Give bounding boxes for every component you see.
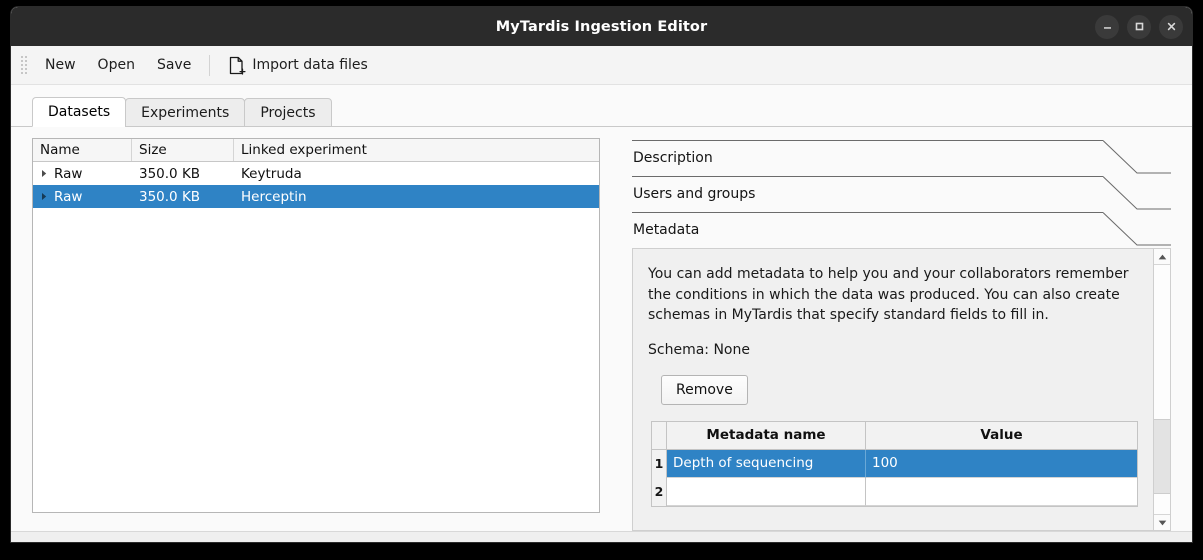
metadata-row-number[interactable]: 1 [652, 449, 667, 478]
status-strip [11, 531, 1192, 542]
metadata-panel: You can add metadata to help you and you… [632, 248, 1171, 531]
tab-datasets[interactable]: Datasets [32, 97, 127, 127]
scrollbar-down-button[interactable] [1154, 514, 1170, 530]
dataset-size-cell: 350.0 KB [139, 165, 201, 182]
table-row[interactable]: Raw 350.0 KB Keytruda [33, 162, 599, 185]
minimize-button[interactable] [1095, 14, 1119, 39]
column-header-size[interactable]: Size [132, 139, 234, 161]
main-content: Name Size Linked experiment Raw 350.0 KB [11, 127, 1192, 531]
section-dogear-icon [1103, 176, 1171, 212]
open-button-label: Open [97, 57, 135, 73]
metadata-value-cell[interactable] [866, 478, 1137, 506]
section-rule [632, 212, 1103, 213]
dataset-linked-experiment-cell: Herceptin [241, 188, 307, 205]
dataset-name-value: Raw [54, 165, 83, 182]
metadata-description-text: You can add metadata to help you and you… [648, 266, 1129, 323]
window-controls [1095, 7, 1183, 46]
metadata-vertical-scrollbar[interactable] [1153, 248, 1171, 531]
section-rule [632, 176, 1103, 177]
window-title: MyTardis Ingestion Editor [495, 18, 708, 35]
new-button[interactable]: New [34, 52, 87, 78]
metadata-grid: Metadata name Value 1 Depth of sequencin… [651, 420, 1138, 507]
maximize-button[interactable] [1127, 14, 1151, 39]
section-rule [632, 140, 1103, 141]
maximize-icon [1135, 22, 1143, 31]
accordion-section-description[interactable]: Description [618, 140, 1171, 176]
tab-experiments-label: Experiments [141, 104, 230, 121]
accordion-section-metadata[interactable]: Metadata [618, 212, 1171, 248]
section-dogear-icon [1103, 140, 1171, 176]
dataset-name-value: Raw [54, 188, 83, 205]
toolbar: New Open Save Import data files [11, 46, 1192, 85]
title-bar: MyTardis Ingestion Editor [11, 7, 1192, 46]
dataset-name-cell: Raw [33, 162, 132, 185]
dataset-name-cell: Raw [33, 185, 132, 208]
tab-projects[interactable]: Projects [244, 98, 332, 127]
open-button[interactable]: Open [87, 52, 146, 78]
toolbar-drag-handle[interactable] [19, 54, 28, 76]
accordion-label-description: Description [633, 150, 713, 166]
import-data-files-button[interactable]: Import data files [217, 51, 379, 80]
remove-button[interactable]: Remove [661, 374, 748, 405]
dataset-linked-experiment-cell: Keytruda [241, 165, 302, 182]
grid-corner-cell[interactable] [652, 421, 667, 449]
application-window: MyTardis Ingestion Editor New Open Save … [11, 7, 1192, 542]
dataset-table-header: Name Size Linked experiment [33, 139, 599, 162]
section-dogear-icon [1103, 212, 1171, 248]
column-header-name[interactable]: Name [33, 139, 132, 161]
metadata-name-cell[interactable] [667, 477, 866, 506]
tab-projects-label: Projects [260, 104, 316, 121]
dataset-size-cell: 350.0 KB [139, 188, 201, 205]
metadata-grid-row[interactable]: 1 Depth of sequencing 100 [652, 449, 1137, 478]
scrollbar-up-button[interactable] [1154, 249, 1170, 265]
save-button-label: Save [156, 57, 192, 73]
chevron-right-icon[interactable] [33, 169, 54, 178]
accordion-section-users-and-groups[interactable]: Users and groups [618, 176, 1171, 212]
dataset-table: Name Size Linked experiment Raw 350.0 KB [32, 138, 600, 513]
chevron-right-icon[interactable] [33, 192, 54, 201]
import-data-files-label: Import data files [252, 57, 368, 73]
minimize-icon [1103, 27, 1111, 29]
metadata-value-cell[interactable]: 100 [866, 449, 1137, 478]
save-button[interactable]: Save [146, 52, 202, 78]
tab-datasets-label: Datasets [48, 104, 111, 120]
metadata-grid-header: Metadata name Value [652, 421, 1137, 450]
column-header-linked-experiment[interactable]: Linked experiment [234, 139, 599, 161]
accordion-label-metadata: Metadata [633, 222, 700, 238]
toolbar-separator [209, 54, 211, 76]
table-row[interactable]: Raw 350.0 KB Herceptin [33, 185, 599, 208]
triangle-down-icon [1158, 520, 1166, 525]
new-button-label: New [45, 57, 76, 73]
metadata-grid-row[interactable]: 2 [652, 477, 1137, 506]
metadata-row-number[interactable]: 2 [652, 477, 667, 506]
metadata-schema-label: Schema: None [648, 341, 750, 358]
scrollbar-track[interactable] [1154, 265, 1170, 514]
dataset-table-body: Raw 350.0 KB Keytruda Raw 350.0 KB Herce… [33, 162, 599, 512]
metadata-scroll-area: You can add metadata to help you and you… [632, 248, 1153, 531]
details-accordion: Description Users and groups Metadata Yo… [618, 138, 1171, 531]
tab-experiments[interactable]: Experiments [125, 98, 246, 127]
metadata-grid-column-name[interactable]: Metadata name [667, 421, 866, 449]
metadata-name-cell[interactable]: Depth of sequencing [667, 449, 866, 478]
close-button[interactable] [1159, 14, 1183, 39]
document-add-icon [230, 56, 246, 75]
close-icon [1167, 22, 1175, 31]
scrollbar-thumb[interactable] [1154, 419, 1170, 495]
tab-strip: Datasets Experiments Projects [11, 97, 1192, 127]
metadata-grid-column-value[interactable]: Value [866, 422, 1137, 449]
triangle-up-icon [1158, 254, 1166, 259]
accordion-label-users-and-groups: Users and groups [633, 186, 756, 202]
